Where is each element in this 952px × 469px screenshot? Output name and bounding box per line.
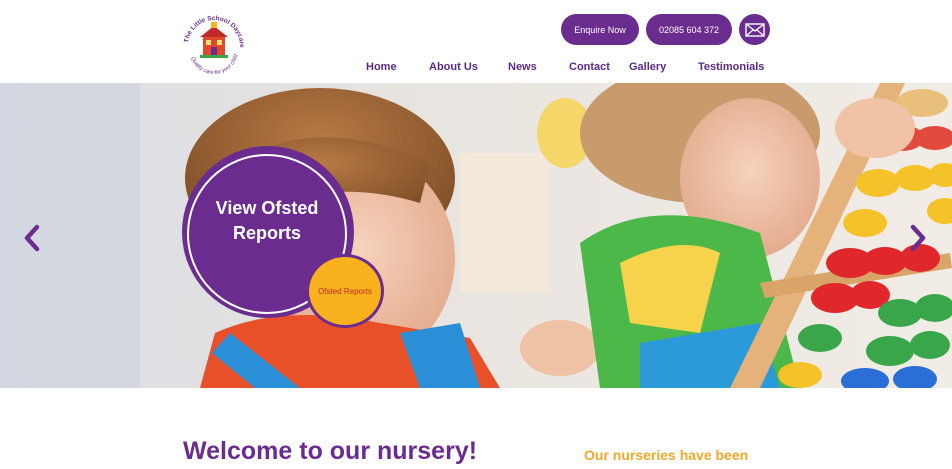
slider-prev-button[interactable] (22, 223, 42, 253)
ofsted-title: View Ofsted Reports (215, 198, 319, 243)
chevron-right-icon (910, 224, 926, 252)
hero-slider: View Ofsted Reports Ofsted Reports (0, 83, 952, 388)
nav-about-us[interactable]: About Us (429, 61, 478, 73)
ofsted-reports-label: Ofsted Reports (309, 257, 381, 325)
email-button[interactable] (739, 14, 770, 45)
schoolhouse-icon (200, 22, 228, 58)
nurseries-intro-text: Our nurseries have been (584, 447, 749, 463)
chevron-left-icon (24, 224, 40, 252)
nav-home[interactable]: Home (366, 61, 397, 73)
slider-next-button[interactable] (908, 223, 928, 253)
nav-news[interactable]: News (508, 61, 537, 73)
ofsted-reports-badge[interactable]: Ofsted Reports (306, 254, 384, 328)
envelope-icon (744, 22, 765, 37)
enquire-now-button[interactable]: Enquire Now (561, 14, 639, 45)
welcome-heading: Welcome to our nursery! (183, 437, 478, 465)
nav-gallery[interactable]: Gallery (629, 61, 666, 73)
phone-number-button[interactable]: 02085 604 372 (646, 14, 732, 45)
hero-photo (0, 83, 952, 388)
nav-testimonials[interactable]: Testimonials (698, 61, 764, 73)
nav-contact[interactable]: Contact (569, 61, 610, 73)
site-header: The Little School Daycare Quality care f… (0, 0, 952, 83)
main-nav: Home About Us News Contact Gallery Testi… (0, 61, 952, 77)
